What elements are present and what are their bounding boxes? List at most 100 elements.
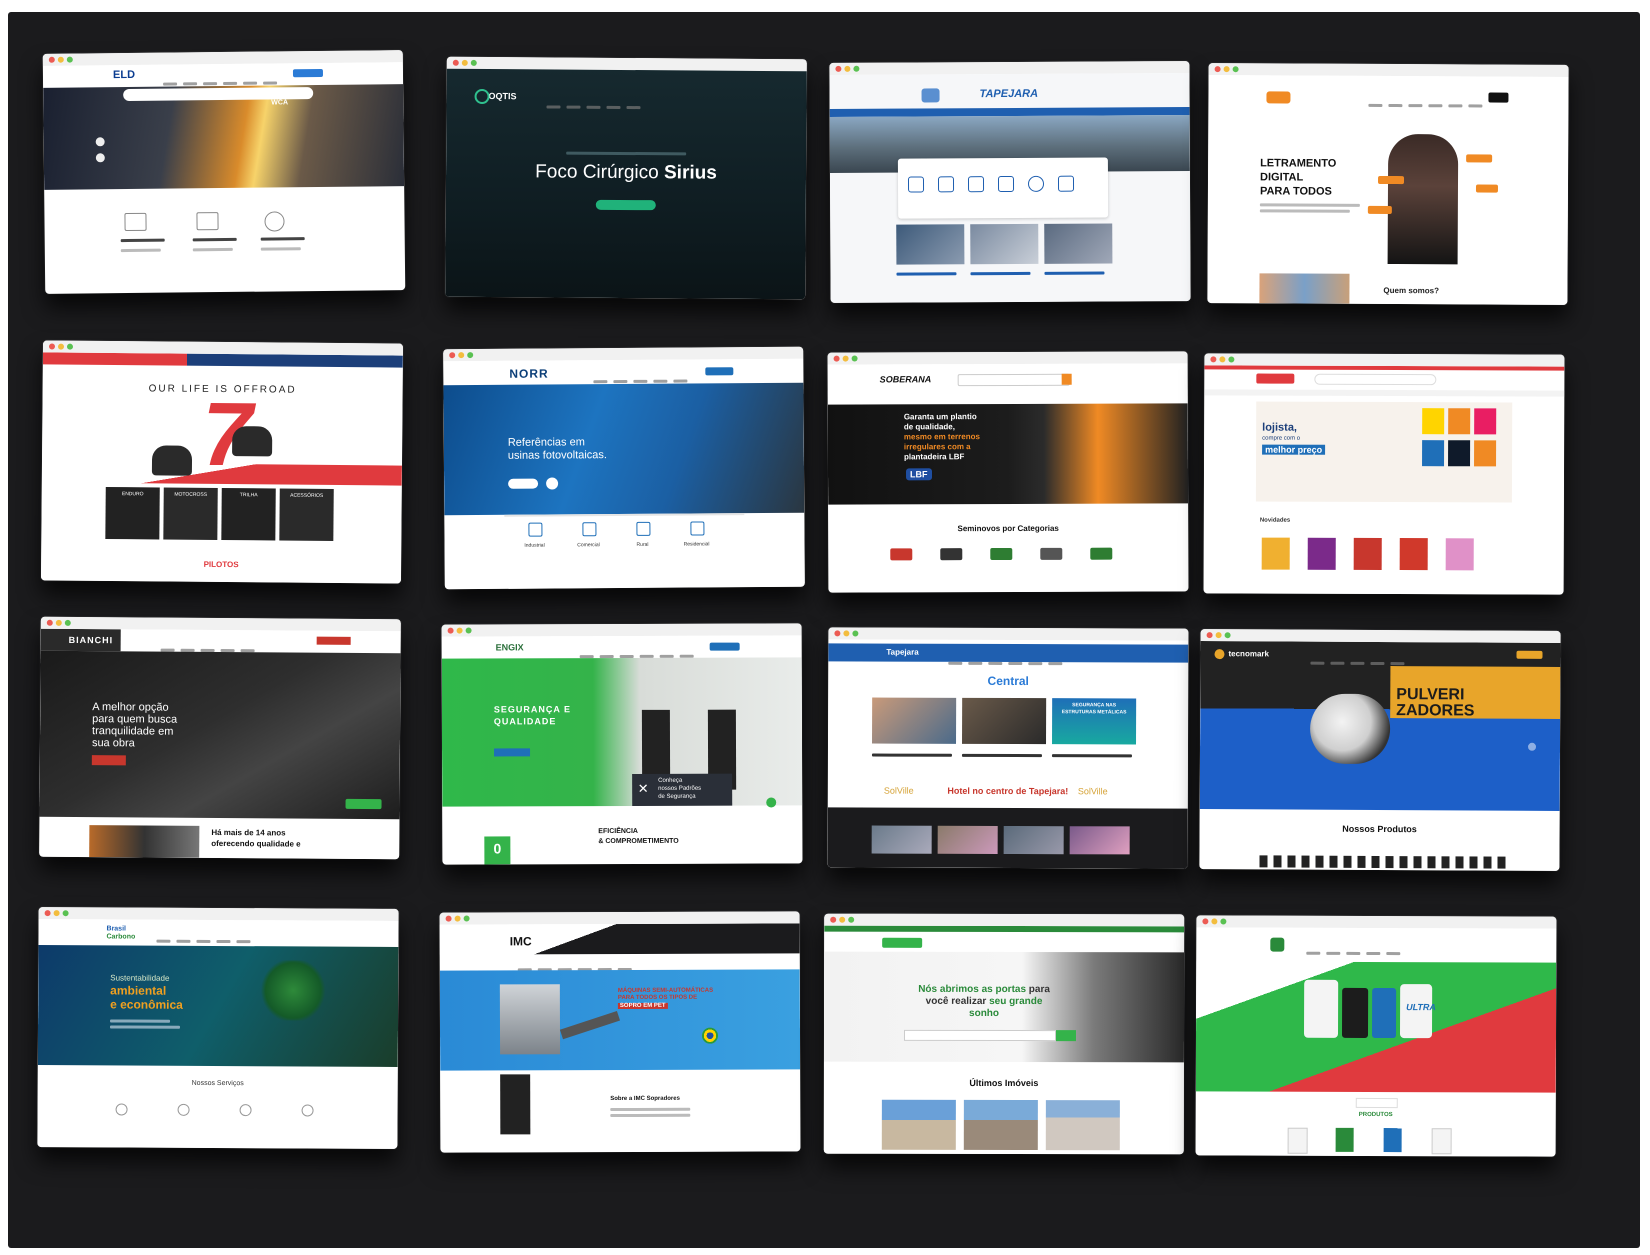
site-logo: Brasil [106,925,127,933]
news-photo[interactable] [872,697,957,744]
screenshot-letramento: LETRAMENTO DIGITAL PARA TODOS Quem somos… [1207,63,1569,305]
category-label[interactable]: Residencial [677,541,717,547]
machine-icon[interactable] [940,548,963,561]
category-label[interactable]: Industrial [515,542,555,549]
ad-brand[interactable]: SolVille [1078,786,1108,796]
property-photo[interactable] [881,1099,956,1150]
product-bag [1341,987,1369,1038]
screenshot-imoveis: Nós abrimos as portas para você realizar… [823,913,1185,1155]
counter-value: 0 [493,840,502,857]
hero-title: Foco Cirúrgico Sirius [535,161,717,184]
product-card[interactable] [1335,1127,1354,1152]
machine-icon[interactable] [890,548,913,561]
product-card[interactable] [1287,1127,1308,1154]
banner-line: SEGURANÇA NAS [1072,702,1117,709]
tile-label[interactable]: ACESSÓRIOS [280,493,334,499]
product-card[interactable] [1399,538,1428,571]
screenshot-grid: ELD WCA OQTIS Foco Cirúrgico Sirius TAPE… [8,12,1640,1248]
site-logo [882,937,923,948]
product-card[interactable] [1307,537,1336,570]
service-icon[interactable] [997,175,1015,193]
site-logo: Carbono [106,933,136,941]
machine-icon[interactable] [1040,547,1063,560]
service-icon[interactable] [967,176,985,193]
hero-image [441,657,803,807]
logo-icon [1214,649,1225,660]
service-icon[interactable] [937,176,955,193]
hero-cta-button[interactable] [595,199,656,211]
section-title: Últimos Imóveis [969,1077,1039,1089]
footer-line: oferecendo qualidade e [211,838,301,849]
tile-label[interactable]: MOTOCROSS [164,491,218,498]
gallery-photo[interactable] [1069,826,1130,855]
service-icon[interactable] [177,1103,190,1116]
hero-cta-button[interactable] [1355,1097,1398,1109]
whatsapp-button[interactable] [766,797,777,808]
footer-line: Há mais de 14 anos [211,827,286,838]
service-icon[interactable] [907,176,925,193]
hero-line: Garanta um plantio [903,412,977,422]
search-input[interactable] [903,1029,1057,1042]
product-card[interactable] [1431,1128,1452,1155]
service-icon[interactable] [239,1104,252,1117]
gallery-photo[interactable] [871,825,932,854]
gallery-photo[interactable] [937,825,998,854]
search-button[interactable] [1055,1030,1077,1042]
category-label[interactable]: Comercial [569,542,609,548]
category-label[interactable]: Rural [623,542,663,548]
news-photo[interactable] [1044,223,1113,264]
ad-text[interactable]: Hotel no centro de Tapejara! [828,785,1188,796]
slider-dot[interactable] [95,137,105,147]
search-input[interactable] [957,373,1070,387]
hero-line: ZADORES [1396,702,1475,720]
hero-line: para quem busca [92,713,178,726]
play-icon[interactable] [546,477,559,490]
product-card[interactable] [1261,537,1290,570]
slider-arrow[interactable] [1527,742,1537,751]
site-logo: ENGIX [495,642,524,653]
search-input[interactable] [1314,373,1437,386]
news-photo[interactable] [962,697,1047,745]
gallery-photo[interactable] [1003,825,1064,855]
service-icon[interactable] [115,1103,128,1116]
hero-image [37,945,399,1067]
tile-label[interactable]: ENDURO [106,491,160,497]
service-icon[interactable] [301,1104,314,1117]
product-card[interactable] [1445,538,1474,571]
site-logo: ELD [112,68,136,82]
footer-line: EFICIÊNCIA [598,827,638,836]
motocross-rider [232,426,273,457]
search-icon[interactable] [1061,373,1072,385]
news-photo[interactable] [970,223,1039,265]
machine-icon[interactable] [1090,547,1113,560]
hero-cta-button[interactable] [494,748,531,757]
close-icon[interactable]: ✕ [636,781,650,796]
logo-icon [1266,91,1291,104]
property-photo[interactable] [963,1099,1038,1151]
hero-line: lojista, [1262,421,1298,434]
hero-line: sonho [969,1007,1000,1019]
hero-cta-button[interactable] [508,478,539,489]
hero-line: compre com o [1262,435,1301,442]
property-photo[interactable] [1045,1100,1120,1151]
product-card[interactable] [1353,537,1382,570]
hero-line: LETRAMENTO [1260,157,1337,170]
machine-icon[interactable] [990,547,1013,561]
globe-icon [264,211,285,232]
screenshot-central: Tapejara Central SEGURANÇA NAS ESTRUTURA… [827,627,1189,869]
product-card[interactable] [1383,1128,1402,1153]
hero-cta-button[interactable] [91,755,126,766]
hero-portrait [1387,134,1459,265]
hero-line: mesmo em terrenos [903,432,980,442]
section-title: Quem somos? [1383,285,1440,296]
hero-line: de qualidade, [903,422,955,432]
whatsapp-button[interactable] [345,798,382,810]
truck-icon [196,212,219,231]
slider-dot[interactable] [95,153,105,163]
tile-label[interactable]: TRILHA [222,492,276,498]
news-photo[interactable] [896,224,965,265]
overlay-line: de Segurança [658,793,696,800]
banner-line: ESTRUTURAS METÁLICAS [1061,709,1127,716]
service-icon[interactable] [1057,175,1075,192]
service-icon[interactable] [1027,175,1045,192]
